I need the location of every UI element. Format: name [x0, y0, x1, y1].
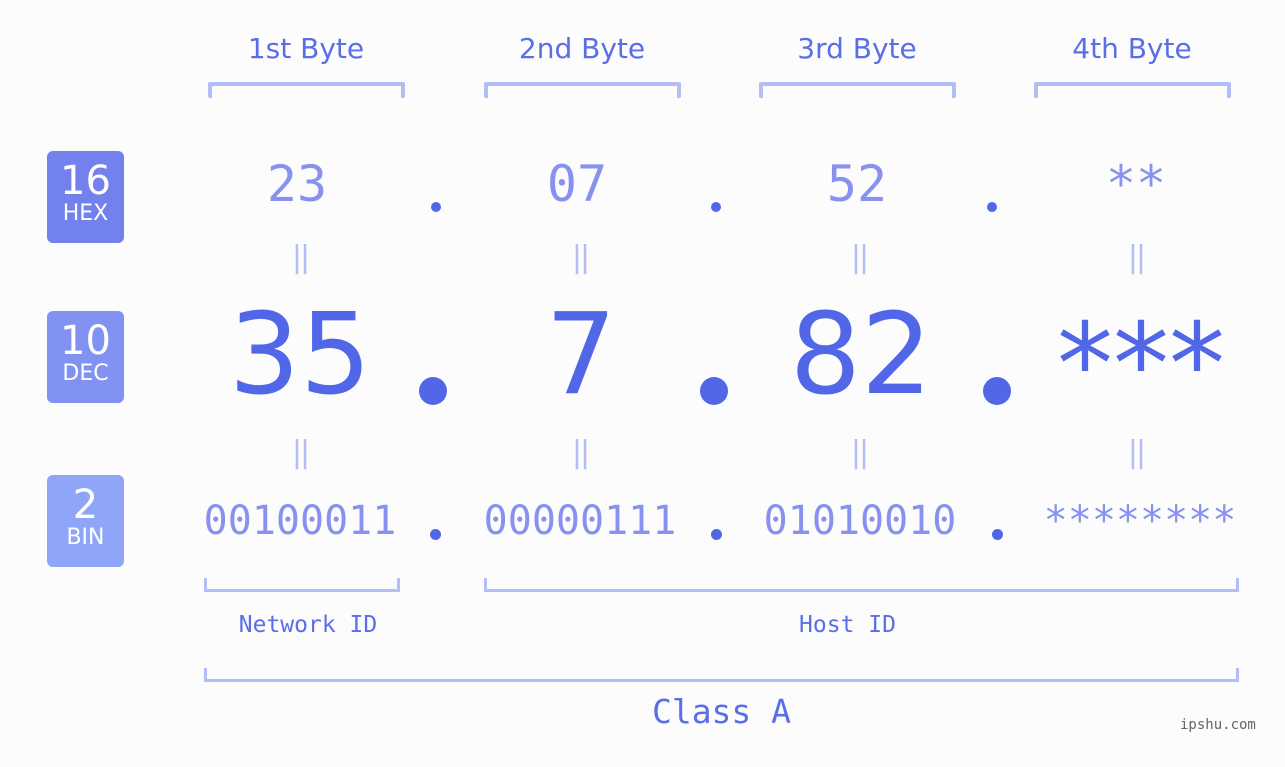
- equals-2-4: ||: [1127, 435, 1146, 470]
- host-id-bracket: [484, 578, 1239, 592]
- header-byte-1: 1st Byte: [247, 32, 365, 65]
- hex-label: HEX: [62, 201, 109, 226]
- bracket-byte-1: [208, 82, 405, 98]
- hex-byte-2: 07: [546, 155, 608, 213]
- bin-badge: 2 BIN: [47, 475, 124, 567]
- network-id-label: Network ID: [238, 612, 378, 638]
- dec-label: DEC: [62, 361, 109, 386]
- watermark: ipshu.com: [1180, 717, 1256, 733]
- class-label: Class A: [651, 692, 792, 731]
- bin-label: BIN: [66, 525, 105, 550]
- hex-byte-1: 23: [266, 155, 328, 213]
- header-byte-4: 4th Byte: [1072, 32, 1192, 65]
- header-byte-3: 3rd Byte: [797, 32, 917, 65]
- dec-byte-2: 7: [545, 290, 617, 420]
- hex-dot-2: [711, 202, 721, 212]
- dec-byte-4: ***: [1057, 300, 1225, 430]
- hex-dot-1: [431, 202, 441, 212]
- equals-2-2: ||: [571, 435, 590, 470]
- network-id-bracket: [204, 578, 400, 592]
- bin-dot-3: [992, 529, 1003, 540]
- dec-byte-1: 35: [228, 290, 372, 420]
- bin-dot-1: [430, 529, 441, 540]
- equals-1-3: ||: [850, 240, 869, 275]
- dec-dot-1: [419, 377, 447, 405]
- equals-2-3: ||: [850, 435, 869, 470]
- hex-badge: 16 HEX: [47, 151, 124, 243]
- dec-byte-3: 82: [789, 290, 933, 420]
- bin-byte-3: 01010010: [763, 498, 957, 544]
- bin-byte-1: 00100011: [203, 498, 397, 544]
- dec-badge: 10 DEC: [47, 311, 124, 403]
- bracket-byte-3: [759, 82, 956, 98]
- dec-base: 10: [60, 318, 111, 364]
- bin-dot-2: [711, 529, 722, 540]
- bracket-byte-4: [1034, 82, 1231, 98]
- bin-byte-2: 00000111: [483, 498, 677, 544]
- bin-byte-4: ********: [1043, 498, 1237, 544]
- equals-1-4: ||: [1127, 240, 1146, 275]
- header-byte-2: 2nd Byte: [518, 32, 646, 65]
- equals-2-1: ||: [291, 435, 310, 470]
- equals-1-2: ||: [571, 240, 590, 275]
- bin-base: 2: [72, 482, 99, 528]
- dec-dot-3: [983, 377, 1011, 405]
- class-bracket: [204, 668, 1239, 682]
- hex-byte-3: 52: [826, 155, 888, 213]
- hex-dot-3: [987, 202, 997, 212]
- hex-byte-4: **: [1105, 155, 1167, 213]
- equals-1-1: ||: [291, 240, 310, 275]
- host-id-label: Host ID: [799, 612, 896, 638]
- bracket-byte-2: [484, 82, 681, 98]
- dec-dot-2: [700, 377, 728, 405]
- hex-base: 16: [60, 158, 111, 204]
